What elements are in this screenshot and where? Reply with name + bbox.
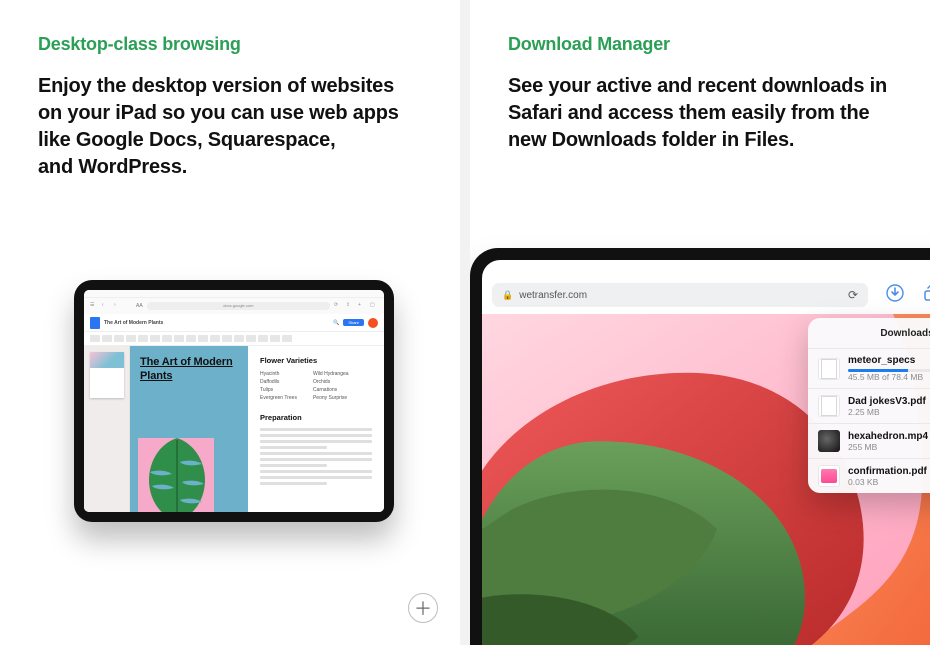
fmt-icon[interactable] xyxy=(114,335,124,342)
url-text: wetransfer.com xyxy=(519,290,587,301)
variety: Carnations xyxy=(313,387,349,393)
fmt-icon[interactable] xyxy=(150,335,160,342)
downloads-popover: Downloads Clear meteor_specs 45.5 MB of … xyxy=(808,318,930,493)
file-thumb-icon xyxy=(818,358,840,380)
hero-panel: The Art of Modern Plants xyxy=(130,346,248,512)
paragraph-placeholder xyxy=(260,470,372,485)
fmt-icon[interactable] xyxy=(282,335,292,342)
variety: Orchids xyxy=(313,379,349,385)
section-heading: Flower Varieties xyxy=(260,356,372,365)
variety: Hyacinth xyxy=(260,371,297,377)
back-icon[interactable]: ‹ xyxy=(102,302,110,310)
fmt-icon[interactable] xyxy=(234,335,244,342)
varieties-list: Hyacinth Daffodils Tulips Evergreen Tree… xyxy=(260,371,372,403)
url-field[interactable]: docs.google.com xyxy=(147,302,330,310)
sidebar-icon[interactable]: ☰ xyxy=(90,302,98,310)
tabs-icon[interactable]: ▢ xyxy=(370,302,378,310)
fmt-icon[interactable] xyxy=(258,335,268,342)
fmt-icon[interactable] xyxy=(102,335,112,342)
download-sub: 45.5 MB of 78.4 MB xyxy=(848,372,930,382)
download-meta: Dad jokesV3.pdf 2.25 MB xyxy=(848,396,930,417)
download-name: hexahedron.mp4 xyxy=(848,431,930,442)
doc-body: The Art of Modern Plants Flower Varietie… xyxy=(84,346,384,512)
variety: Tulips xyxy=(260,387,297,393)
variety: Wild Hydrangea xyxy=(313,371,349,377)
download-item[interactable]: meteor_specs 45.5 MB of 78.4 MB ✕ 🔍 xyxy=(808,348,930,388)
docs-header: The Art of Modern Plants 🔍 Share xyxy=(84,314,384,332)
text-panel: Flower Varieties Hyacinth Daffodils Tuli… xyxy=(248,346,384,512)
fmt-icon[interactable] xyxy=(222,335,232,342)
page-thumb[interactable] xyxy=(90,352,124,398)
fmt-icon[interactable] xyxy=(210,335,220,342)
forward-icon[interactable]: › xyxy=(114,302,122,310)
popover-header: Downloads Clear xyxy=(808,318,930,348)
section-heading: Preparation xyxy=(260,413,372,422)
plus-icon: ＋ xyxy=(414,595,432,621)
lock-icon: 🔒 xyxy=(502,290,513,301)
page: The Art of Modern Plants Flower Varietie… xyxy=(130,346,384,512)
fmt-icon[interactable] xyxy=(162,335,172,342)
fmt-icon[interactable] xyxy=(270,335,280,342)
browser-toolbar: ☰ ‹ › AA docs.google.com ⟳ ⇪ + ▢ xyxy=(84,298,384,314)
format-toolbar xyxy=(84,332,384,346)
feature-title: Desktop-class browsing xyxy=(38,34,422,55)
url-field[interactable]: 🔒 wetransfer.com ⟳ xyxy=(492,283,868,307)
feature-card-browsing: Desktop-class browsing Enjoy the desktop… xyxy=(0,0,460,645)
ipad-screen: 100% 🔒 wetransfer.com ⟳ ＋ xyxy=(482,260,930,645)
search-icon[interactable]: 🔍 xyxy=(333,320,339,326)
reload-icon[interactable]: ⟳ xyxy=(848,288,858,302)
download-meta: hexahedron.mp4 255 MB xyxy=(848,431,930,452)
file-thumb-icon xyxy=(818,395,840,417)
variety: Evergreen Trees xyxy=(260,395,297,401)
download-meta: meteor_specs 45.5 MB of 78.4 MB xyxy=(848,355,930,382)
fmt-icon[interactable] xyxy=(138,335,148,342)
file-thumb-icon xyxy=(818,430,840,452)
hero-title: The Art of Modern Plants xyxy=(140,356,238,384)
expand-button[interactable]: ＋ xyxy=(408,593,438,623)
share-button[interactable]: Share xyxy=(343,319,364,326)
popover-title: Downloads xyxy=(880,328,930,339)
feature-card-downloads: Download Manager See your active and rec… xyxy=(470,0,930,645)
fmt-icon[interactable] xyxy=(198,335,208,342)
ipad-mock-downloads: 100% 🔒 wetransfer.com ⟳ ＋ xyxy=(470,248,930,645)
share-icon[interactable] xyxy=(922,284,930,307)
feature-title: Download Manager xyxy=(508,34,892,55)
fmt-icon[interactable] xyxy=(174,335,184,342)
text-size-icon[interactable]: AA xyxy=(136,303,143,309)
downloads-icon[interactable] xyxy=(886,284,904,307)
outline-pane[interactable] xyxy=(84,346,130,512)
file-thumb-icon xyxy=(818,465,840,487)
ipad-mock-browsing: ☰ ‹ › AA docs.google.com ⟳ ⇪ + ▢ The Art… xyxy=(74,280,394,522)
fmt-icon[interactable] xyxy=(126,335,136,342)
monstera-leaf-icon xyxy=(142,436,212,512)
feature-desc: Enjoy the desktop version of websites on… xyxy=(38,73,422,181)
status-bar xyxy=(84,290,384,298)
variety: Peony Surprise xyxy=(313,395,349,401)
download-name: Dad jokesV3.pdf xyxy=(848,396,930,407)
ipad-screen: ☰ ‹ › AA docs.google.com ⟳ ⇪ + ▢ The Art… xyxy=(84,290,384,512)
download-meta: confirmation.pdf 0.03 KB xyxy=(848,466,930,487)
new-tab-icon[interactable]: + xyxy=(358,302,366,310)
doc-title: The Art of Modern Plants xyxy=(104,320,163,326)
paragraph-placeholder xyxy=(260,428,372,449)
feature-desc: See your active and recent downloads in … xyxy=(508,73,892,154)
download-item[interactable]: Dad jokesV3.pdf 2.25 MB 🔍 xyxy=(808,388,930,423)
download-sub: 0.03 KB xyxy=(848,477,930,487)
fmt-icon[interactable] xyxy=(186,335,196,342)
share-icon[interactable]: ⇪ xyxy=(346,302,354,310)
download-item[interactable]: hexahedron.mp4 255 MB 🔍 xyxy=(808,423,930,458)
download-name: meteor_specs xyxy=(848,355,930,366)
variety: Daffodils xyxy=(260,379,297,385)
fmt-icon[interactable] xyxy=(246,335,256,342)
download-sub: 2.25 MB xyxy=(848,407,930,417)
paragraph-placeholder xyxy=(260,452,372,467)
download-name: confirmation.pdf xyxy=(848,466,930,477)
download-sub: 255 MB xyxy=(848,442,930,452)
google-doc-icon xyxy=(90,317,100,329)
fmt-icon[interactable] xyxy=(90,335,100,342)
download-item[interactable]: confirmation.pdf 0.03 KB 🔍 xyxy=(808,458,930,493)
account-avatar-icon[interactable] xyxy=(368,318,378,328)
reload-icon[interactable]: ⟳ xyxy=(334,302,342,310)
safari-toolbar: 🔒 wetransfer.com ⟳ ＋ xyxy=(482,280,930,310)
